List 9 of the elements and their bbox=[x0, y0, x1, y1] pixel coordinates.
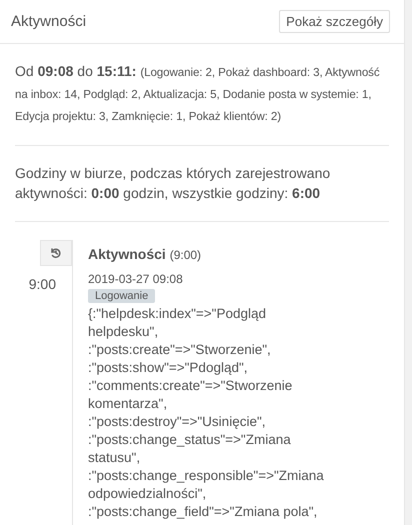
office-hours-text: Godziny w biurze, podczas których zarejestrowano aktywności: 0:00 godzin, wszystkie godziny: 6:00 bbox=[15, 164, 332, 203]
entry-title: Aktywności (9:00) bbox=[88, 246, 202, 262]
panel-title: Aktywności bbox=[11, 13, 86, 30]
entry-tag: Logowanie bbox=[88, 289, 156, 303]
details-button[interactable]: Pokaż szczegóły bbox=[279, 10, 390, 33]
timeline-time: 9:00 bbox=[28, 276, 56, 292]
entry-content: {:"helpdesk:index"=>"Podgląd helpdesku", :"posts:create"=>"Stworzenie", :"posts:show"=>"Pdogląd", :"comments:create"=>"Stworzenie komentarza", :"posts:destroy"=>"Usinięcie", :"posts:change_status"=>"Zmiana statusu", :"posts:change_responsible"=>"Zmiana odpowiedzialności", :"posts:change_field"=>"Zmiana pola", bbox=[88, 305, 325, 521]
activity-summary: Od 09:08 do 15:11: (Logowanie: 2, Pokaż dashboard: 3, Aktywność na inbox: 14, Podgląd: 2, Aktualizacja: 5, Dodanie posta w systemie: 1, Edycja projektu: 3, Zamknięcie: 1, Pokaż klientów: 2) bbox=[15, 62, 381, 125]
entry-timestamp: 2019-03-27 09:08 bbox=[88, 272, 184, 286]
